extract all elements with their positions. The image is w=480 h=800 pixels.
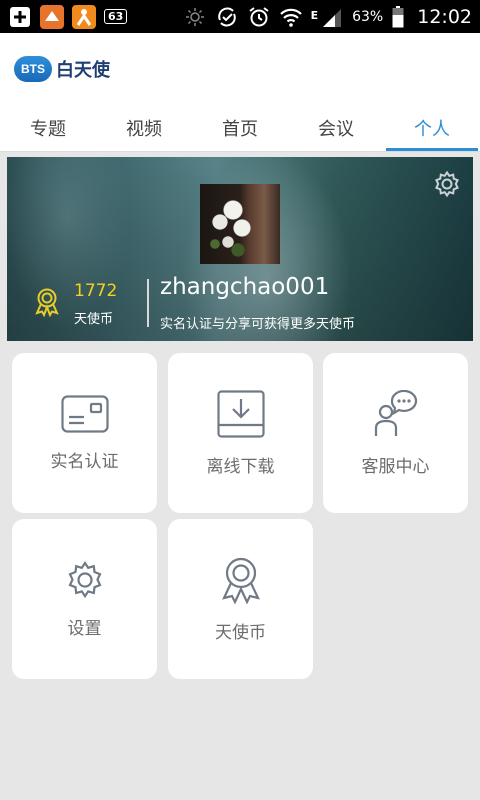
gear-icon	[65, 560, 105, 600]
clock: 12:02	[417, 5, 472, 28]
status-bar-right: E 63% 12:02	[183, 5, 472, 28]
app-notification-icon-2	[72, 4, 96, 29]
coin-count: 1772	[74, 281, 118, 301]
medal-icon	[219, 556, 263, 604]
banner-settings-icon[interactable]	[433, 170, 461, 198]
logo-mark: BTS	[14, 55, 52, 82]
tile-label: 天使币	[215, 622, 266, 643]
tile-real-name-verification[interactable]: 实名认证	[12, 353, 157, 513]
wifi-icon	[279, 6, 303, 28]
tab-personal[interactable]: 个人	[384, 104, 480, 151]
brightness-icon	[183, 6, 207, 28]
status-bar: 63 E 63% 12:02	[0, 0, 480, 33]
tile-angel-coins[interactable]: 天使币	[168, 519, 313, 679]
logo-text: 白天使	[56, 59, 110, 81]
tile-label: 实名认证	[50, 451, 119, 472]
alarm-icon	[247, 6, 271, 28]
app-header: BTS 白天使	[0, 33, 480, 104]
status-bar-left: 63	[8, 4, 128, 29]
tile-settings[interactable]: 设置	[12, 519, 157, 679]
sync-icon	[215, 6, 239, 28]
tile-offline-download[interactable]: 离线下载	[168, 353, 313, 513]
coin-medal-icon	[33, 287, 61, 318]
tile-customer-service[interactable]: 客服中心	[323, 353, 468, 513]
app-notification-icon	[40, 4, 64, 29]
tab-meetings[interactable]: 会议	[288, 104, 384, 151]
battery-icon	[391, 5, 405, 28]
tab-videos[interactable]: 视频	[96, 104, 192, 151]
id-card-icon	[60, 394, 109, 433]
battery-percent: 63%	[352, 8, 384, 25]
download-icon	[216, 389, 265, 438]
username: zhangchao001	[160, 274, 330, 300]
tab-bar: 专题 视频 首页 会议 个人	[0, 104, 480, 152]
tile-label: 客服中心	[361, 456, 430, 477]
add-icon	[8, 6, 32, 28]
customer-service-icon	[372, 389, 420, 438]
tile-label: 离线下载	[206, 456, 275, 477]
avatar[interactable]	[200, 184, 280, 264]
profile-hint: 实名认证与分享可获得更多天使币	[160, 317, 356, 332]
tab-home[interactable]: 首页	[192, 104, 288, 151]
signal-icon	[320, 6, 344, 28]
network-type: E	[310, 8, 319, 22]
notification-count-badge: 63	[104, 9, 128, 24]
profile-banner: 1772 天使币 zhangchao001 实名认证与分享可获得更多天使币	[7, 157, 473, 341]
profile-divider	[147, 279, 149, 327]
coin-label: 天使币	[74, 312, 114, 327]
tile-label: 设置	[67, 618, 102, 639]
tab-topics[interactable]: 专题	[0, 104, 96, 151]
